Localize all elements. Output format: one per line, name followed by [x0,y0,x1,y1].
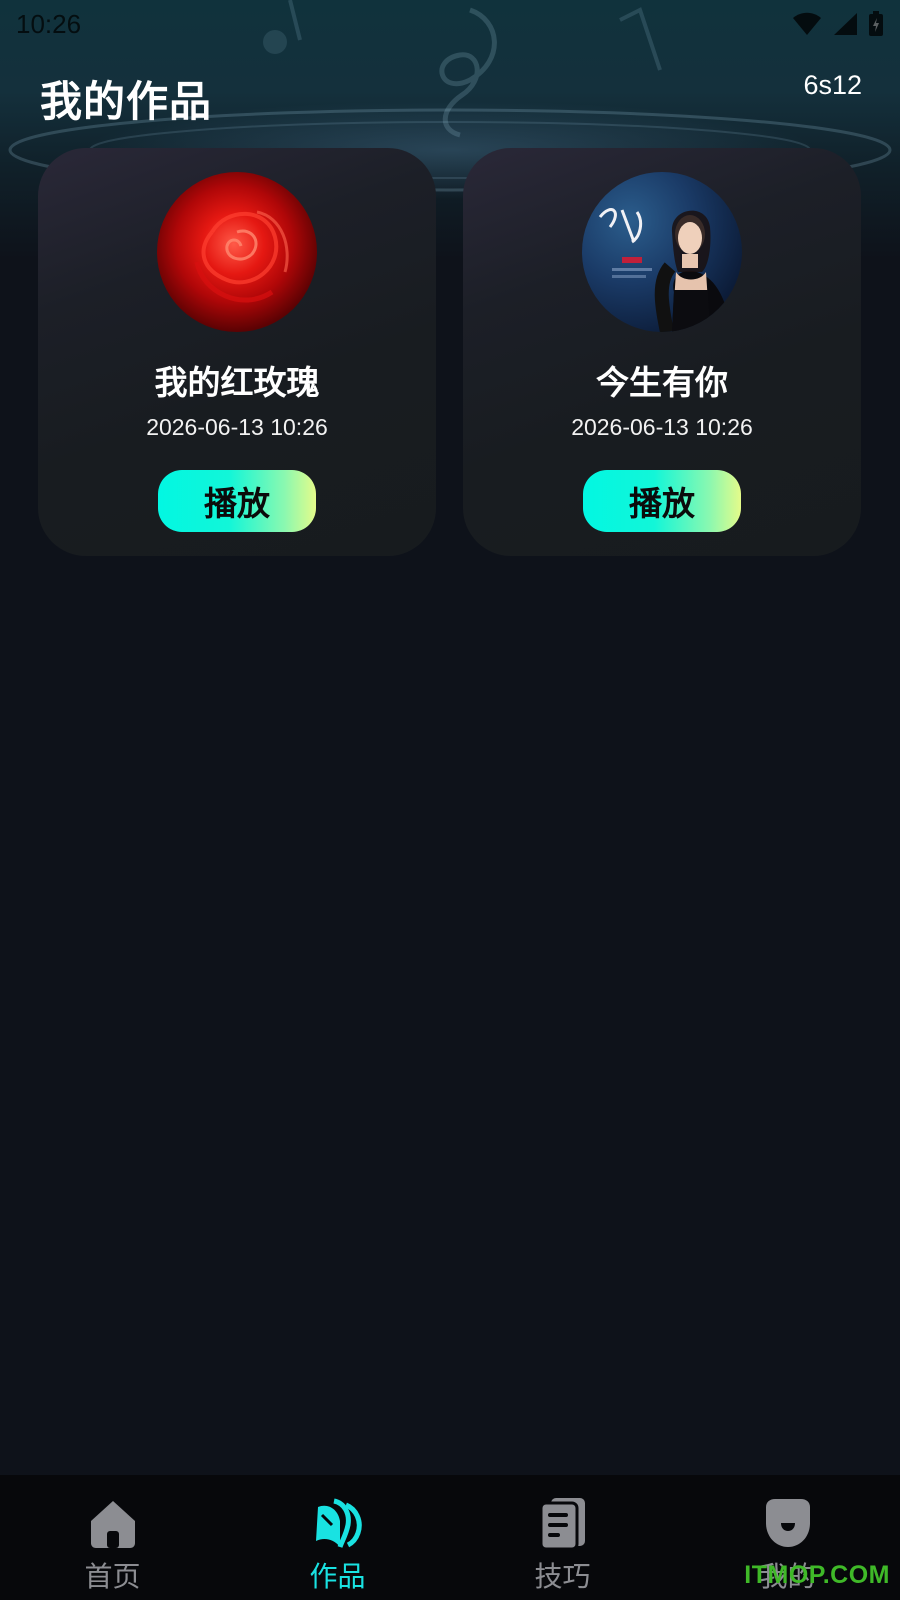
tab-home[interactable]: 首页 [0,1475,225,1600]
tips-icon [539,1498,585,1551]
tab-label: 技巧 [534,1560,591,1593]
work-card[interactable]: 今生有你 2026-06-13 10:26 播放 [463,148,861,556]
signal-icon [834,13,857,35]
red-rose-cover [157,172,317,332]
profile-icon [765,1499,810,1547]
battery-icon [869,11,883,36]
play-button[interactable]: 播放 [158,470,316,532]
page-title: 我的作品 [40,77,213,126]
tab-label: 首页 [84,1560,141,1593]
works-icon [315,1498,362,1548]
tab-works[interactable]: 作品 [225,1475,450,1600]
status-icons [792,11,884,37]
home-icon [90,1501,135,1548]
work-title: 今生有你 [596,363,728,402]
work-card[interactable]: 我的红玫瑰 2026-06-13 10:26 播放 [38,148,436,556]
work-date: 2026-06-13 10:26 [146,414,328,440]
work-title: 我的红玫瑰 [154,363,320,402]
header-right-text[interactable]: 6s12 [803,70,862,101]
work-date: 2026-06-13 10:26 [571,414,753,440]
play-button[interactable]: 播放 [583,470,741,532]
status-time: 10:26 [16,8,82,39]
tab-tips[interactable]: 技巧 [450,1475,675,1600]
wifi-icon [793,12,821,35]
tab-label: 作品 [309,1560,366,1593]
watermark: ITMOP.COM [744,1561,890,1589]
status-bar: 10:26 [0,0,900,48]
singer-album-cover [582,172,742,332]
